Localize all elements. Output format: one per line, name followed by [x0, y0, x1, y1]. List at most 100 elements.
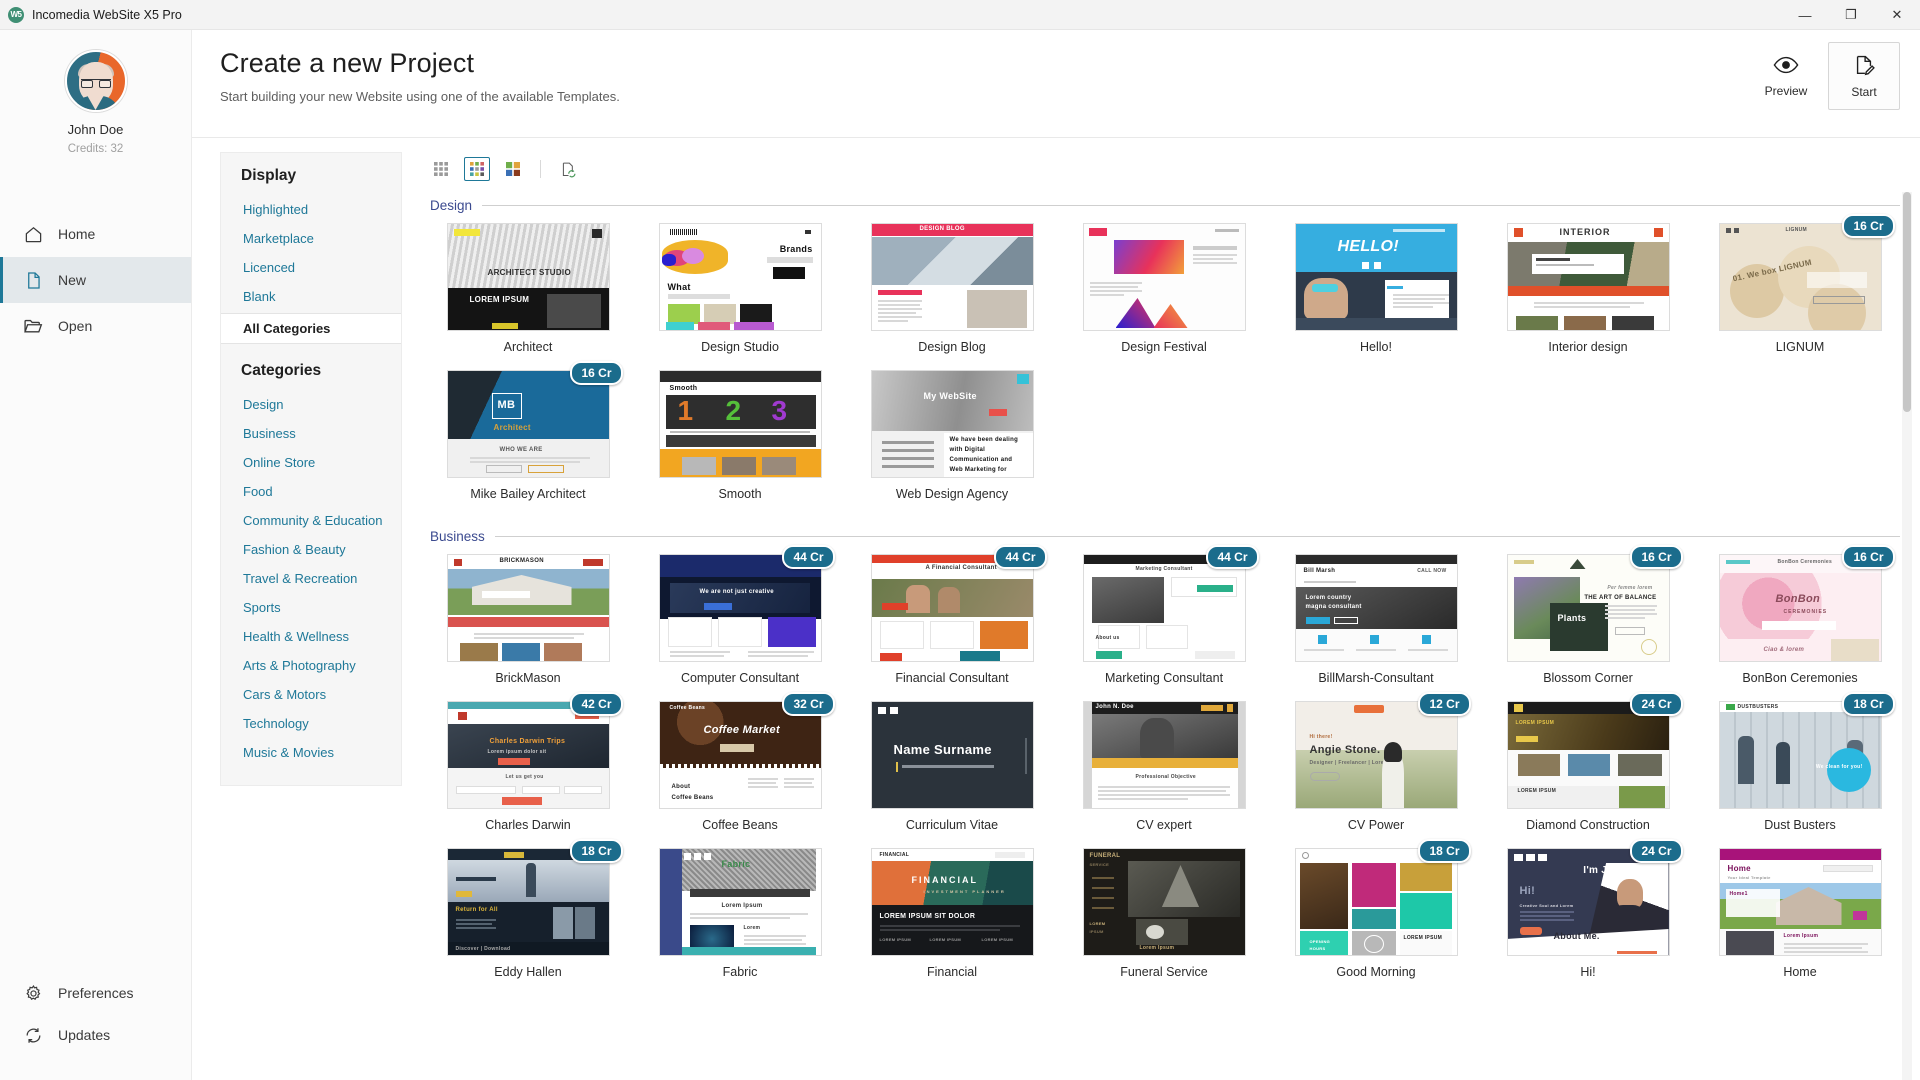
template-card[interactable]: 44 Cr We are not just creative: [640, 554, 840, 699]
header-actions: Preview Start: [1750, 42, 1900, 110]
filter-item-marketplace[interactable]: Marketplace: [221, 224, 401, 253]
page-title: Create a new Project: [220, 48, 1892, 79]
category-item-cars-motors[interactable]: Cars & Motors: [221, 680, 401, 709]
category-filter-list: Design Business Online Store Food Commun…: [221, 390, 401, 767]
template-card[interactable]: Home Your Ideal Template Home1: [1700, 848, 1900, 993]
template-name: BillMarsh-Consultant: [1276, 671, 1476, 685]
filter-item-all-categories[interactable]: All Categories: [221, 313, 401, 344]
primary-nav: Home New Open: [0, 211, 191, 349]
template-card[interactable]: HELLO!: [1276, 223, 1476, 368]
template-card[interactable]: My WebSite We: [852, 370, 1052, 515]
nav-item-updates[interactable]: Updates: [0, 1014, 191, 1056]
grid-medium-icon[interactable]: [464, 157, 490, 181]
template-card[interactable]: 16 Cr BonBon Ceremonies BonBon: [1700, 554, 1900, 699]
template-thumbnail: HELLO!: [1295, 223, 1458, 331]
minimize-button[interactable]: —: [1782, 0, 1828, 30]
template-card[interactable]: 18 Cr: [428, 848, 628, 993]
template-card[interactable]: 44 Cr Marketing Consultant: [1064, 554, 1264, 699]
template-card[interactable]: BRICKMASON: [428, 554, 628, 699]
template-thumbnail: ARCHITECT STUDIO LOREM IPSUM: [447, 223, 610, 331]
category-item-health-wellness[interactable]: Health & Wellness: [221, 622, 401, 651]
template-grid-business: BRICKMASON: [428, 554, 1900, 993]
template-thumbnail: MB Architect WHO WE ARE: [447, 370, 610, 478]
nav-item-preferences[interactable]: Preferences: [0, 972, 191, 1014]
category-item-design[interactable]: Design: [221, 390, 401, 419]
filter-item-licenced[interactable]: Licenced: [221, 253, 401, 282]
template-card[interactable]: 24 Cr Menu Right I'm Joe.: [1488, 848, 1688, 993]
template-card[interactable]: 12 Cr Hi there! Angie Stone.: [1276, 701, 1476, 846]
category-item-business[interactable]: Business: [221, 419, 401, 448]
template-thumbnail: Smooth 1 2 3: [659, 370, 822, 478]
category-item-sports[interactable]: Sports: [221, 593, 401, 622]
nav-item-open[interactable]: Open: [0, 303, 191, 349]
template-card[interactable]: 16 Cr MB Architect: [428, 370, 628, 515]
template-thumbnail: Return for All Discover | Download: [447, 848, 610, 956]
template-card[interactable]: 42 Cr Charles Darwin Trips: [428, 701, 628, 846]
home-icon: [22, 223, 44, 245]
template-card[interactable]: DESIGN BLOG Design Blog: [852, 223, 1052, 368]
template-card[interactable]: Smooth 1 2 3: [640, 370, 840, 515]
template-thumbnail: Menu Right I'm Joe. Hi! Creative Soul an…: [1507, 848, 1670, 956]
maximize-button[interactable]: ❐: [1828, 0, 1874, 30]
display-heading: Display: [221, 167, 401, 195]
filter-item-highlighted[interactable]: Highlighted: [221, 195, 401, 224]
template-thumbnail: [1083, 223, 1246, 331]
category-item-food[interactable]: Food: [221, 477, 401, 506]
template-name: Hello!: [1276, 340, 1476, 354]
gallery-scrollbar[interactable]: [1902, 192, 1912, 1080]
template-card[interactable]: INTERIOR: [1488, 223, 1688, 368]
category-item-community-education[interactable]: Community & Education: [221, 506, 401, 535]
category-item-music-movies[interactable]: Music & Movies: [221, 738, 401, 767]
template-name: Architect: [428, 340, 628, 354]
template-card[interactable]: Fabric Lorem Ipsum Lorem: [640, 848, 840, 993]
template-name: Charles Darwin: [428, 818, 628, 832]
template-card[interactable]: 16 Cr LIGNUM: [1700, 223, 1900, 368]
template-gallery[interactable]: Design: [420, 186, 1914, 1080]
gallery-wrapper: Design: [420, 152, 1920, 1080]
grid-large-icon[interactable]: [500, 157, 526, 181]
toolbar-divider: [540, 160, 541, 178]
template-name: Good Morning: [1276, 965, 1476, 979]
filter-item-blank[interactable]: Blank: [221, 282, 401, 311]
credit-badge: 18 Cr: [1842, 692, 1894, 716]
eye-icon: [1773, 55, 1799, 78]
template-card[interactable]: 18 Cr DUSTBUSTERS: [1700, 701, 1900, 846]
close-button[interactable]: ✕: [1874, 0, 1920, 30]
section-rule: [495, 536, 1900, 537]
grid-small-icon[interactable]: [428, 157, 454, 181]
template-card[interactable]: Name Surname Curriculum Vitae: [852, 701, 1052, 846]
credit-badge: 16 Cr: [1630, 545, 1682, 569]
category-item-arts-photography[interactable]: Arts & Photography: [221, 651, 401, 680]
nav-item-new[interactable]: New: [0, 257, 191, 303]
nav-item-home[interactable]: Home: [0, 211, 191, 257]
main-area: Create a new Project Start building your…: [192, 30, 1920, 1080]
scrollbar-thumb[interactable]: [1903, 192, 1911, 412]
template-card[interactable]: 24 Cr LOREM IPSUM: [1488, 701, 1688, 846]
template-card[interactable]: John N. Doe Professional Objective: [1064, 701, 1264, 846]
credit-badge: 24 Cr: [1630, 839, 1682, 863]
template-card[interactable]: Bill Marsh CALL NOW Lorem country magna …: [1276, 554, 1476, 699]
category-item-technology[interactable]: Technology: [221, 709, 401, 738]
template-card[interactable]: 44 Cr A Financial Consultant: [852, 554, 1052, 699]
start-button[interactable]: Start: [1828, 42, 1900, 110]
category-item-travel-recreation[interactable]: Travel & Recreation: [221, 564, 401, 593]
template-card[interactable]: FUNERAL SERVICE LOREM IPSUM: [1064, 848, 1264, 993]
template-card[interactable]: Design Festival: [1064, 223, 1264, 368]
template-name: Interior design: [1488, 340, 1688, 354]
page-header: Create a new Project Start building your…: [192, 30, 1920, 138]
template-thumbnail: Fabric Lorem Ipsum Lorem: [659, 848, 822, 956]
template-card[interactable]: 18 Cr: [1276, 848, 1476, 993]
preview-button[interactable]: Preview: [1750, 42, 1822, 110]
template-card[interactable]: 32 Cr Coffee Beans Coffee Market: [640, 701, 840, 846]
template-card[interactable]: ARCHITECT STUDIO LOREM IPSUM Archite: [428, 223, 628, 368]
nav-label-home: Home: [58, 226, 95, 242]
category-item-online-store[interactable]: Online Store: [221, 448, 401, 477]
template-card[interactable]: Brands What: [640, 223, 840, 368]
template-name: Marketing Consultant: [1064, 671, 1264, 685]
template-card[interactable]: 16 Cr Plants Per femme l: [1488, 554, 1688, 699]
refresh-templates-icon[interactable]: [555, 157, 581, 181]
credit-badge: 12 Cr: [1418, 692, 1470, 716]
template-card[interactable]: FINANCIAL FINANCIAL INVESTMENT PLANNER L…: [852, 848, 1052, 993]
nav-label-updates: Updates: [58, 1027, 110, 1043]
category-item-fashion-beauty[interactable]: Fashion & Beauty: [221, 535, 401, 564]
